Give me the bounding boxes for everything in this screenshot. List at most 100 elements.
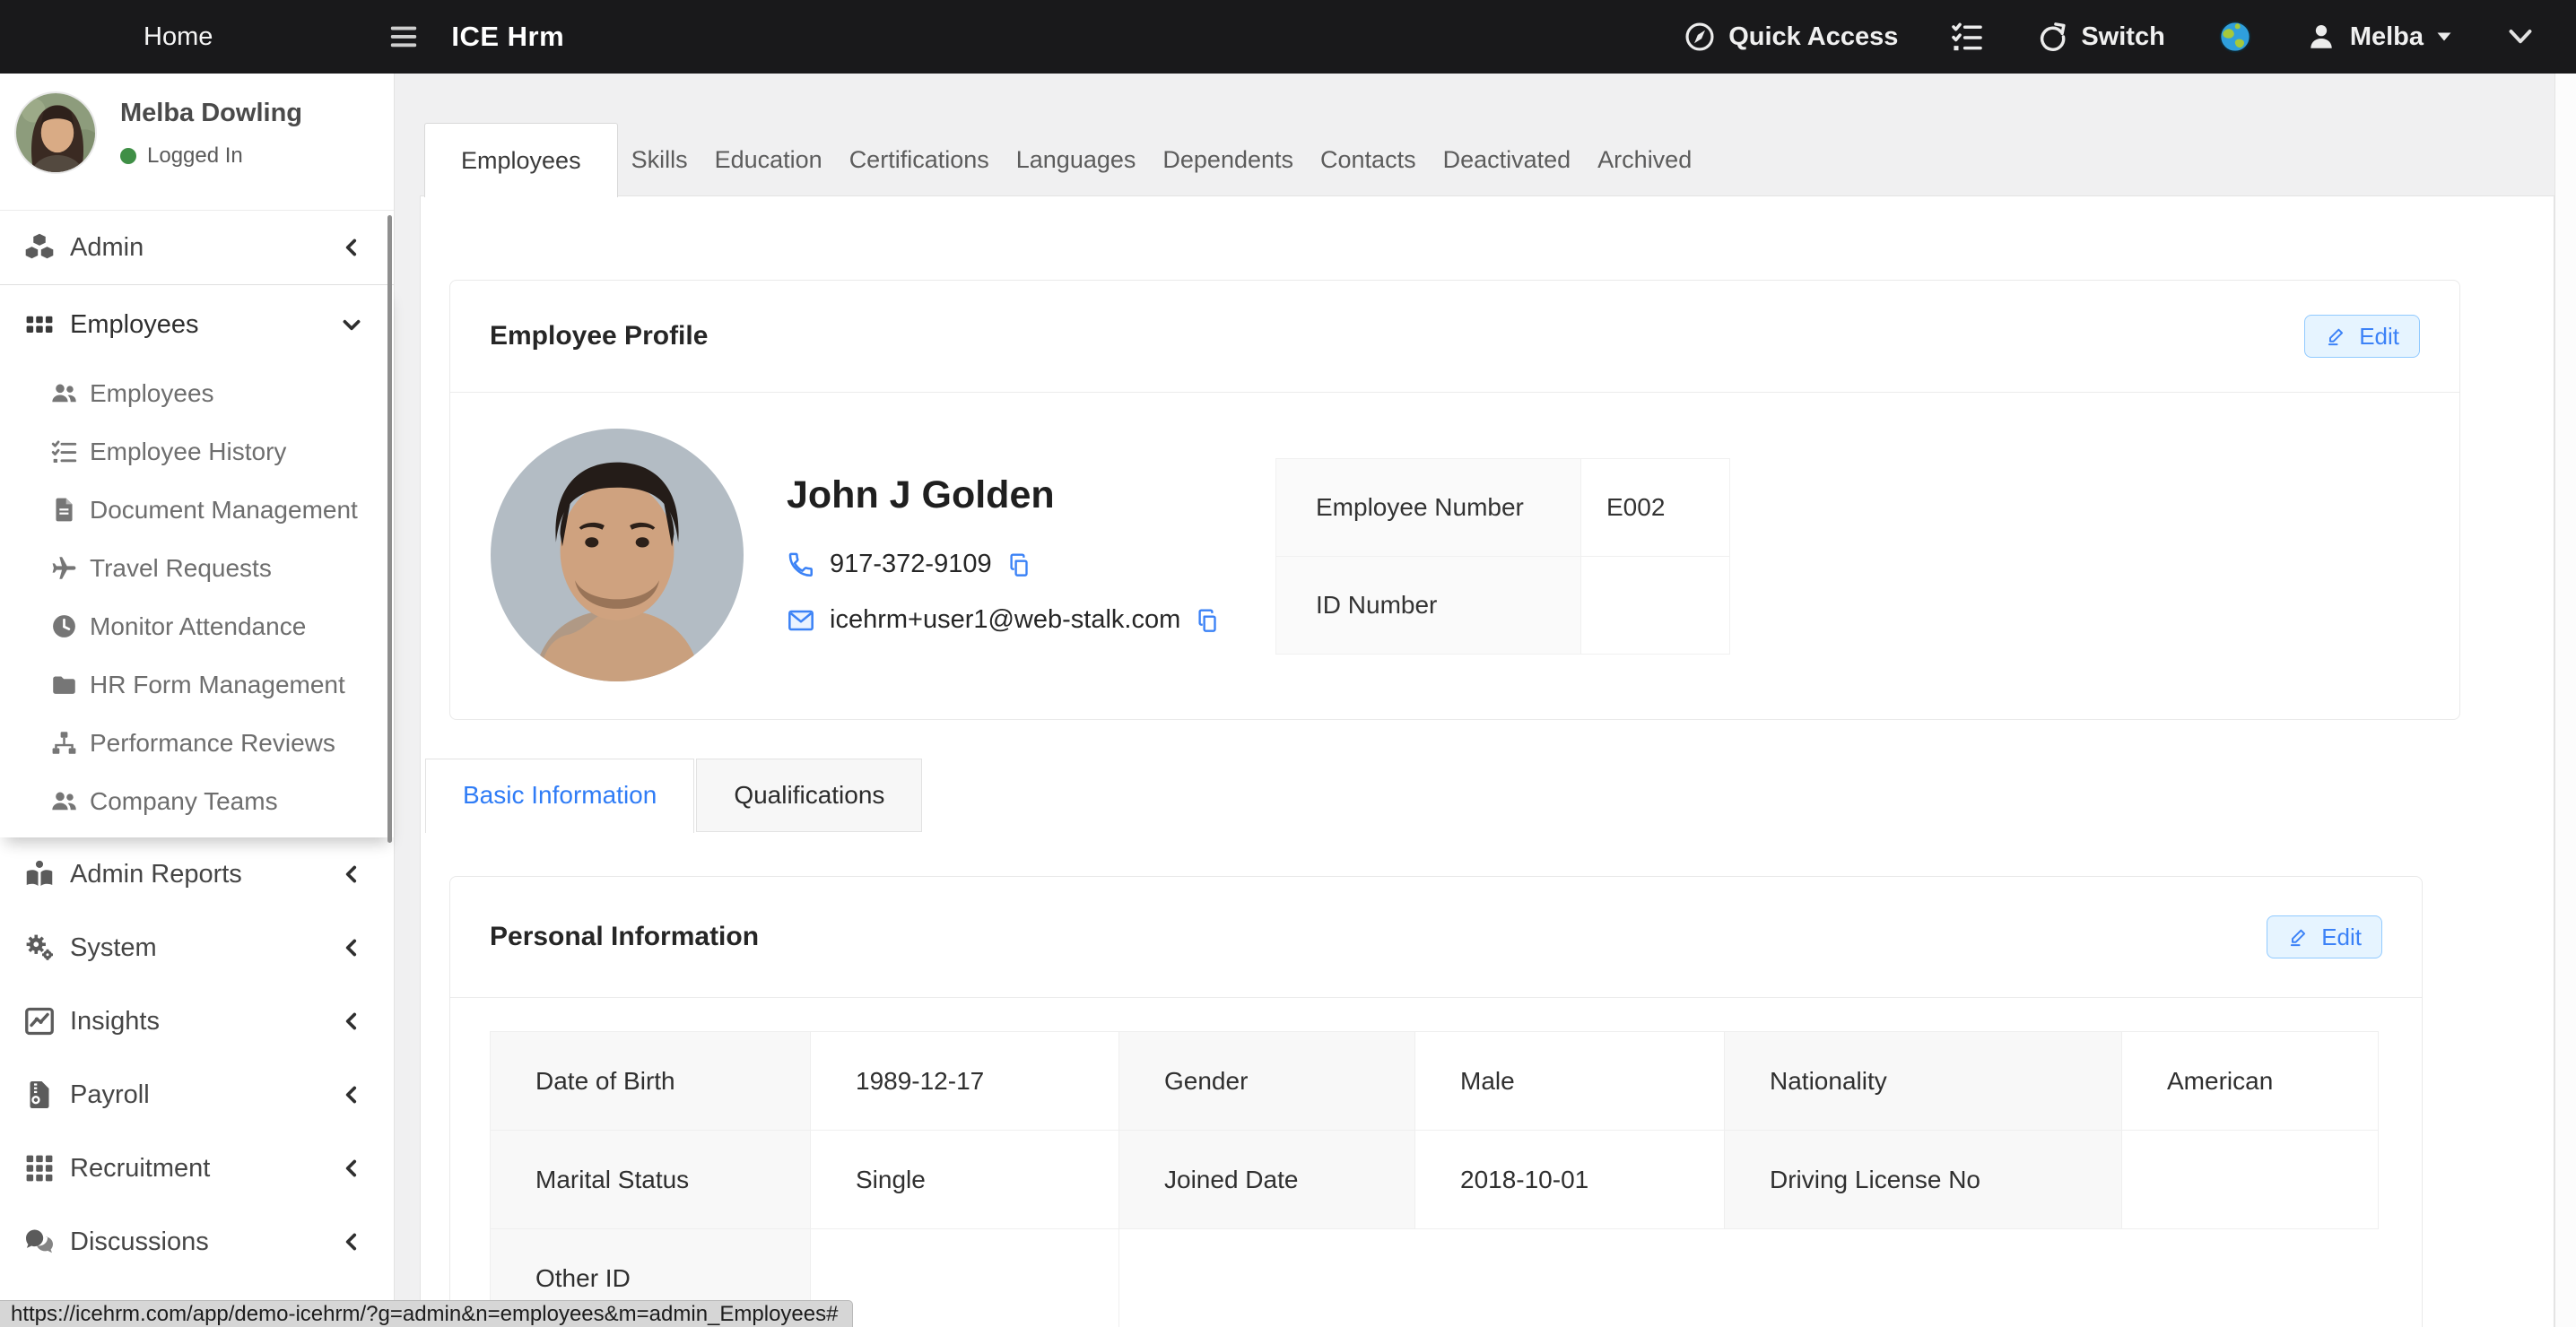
language-globe-icon[interactable]: [2217, 19, 2253, 55]
switch-label: Switch: [2081, 22, 2164, 52]
sidebar-item-hr-form-management[interactable]: HR Form Management: [0, 655, 394, 714]
quick-access-compass-icon: [1684, 21, 1716, 53]
sidebar-item-admin[interactable]: Admin: [0, 211, 394, 284]
hamburger-menu-icon[interactable]: [383, 22, 424, 52]
topbar-chevron-down-icon[interactable]: [2504, 21, 2537, 53]
cogs-icon: [23, 932, 56, 964]
sidebar-item-label: Employees: [90, 379, 214, 408]
field-value: Male: [1415, 1032, 1725, 1131]
sidebar-item-performance-reviews[interactable]: Performance Reviews: [0, 714, 394, 772]
home-link[interactable]: Home: [144, 22, 213, 52]
tab-education[interactable]: Education: [701, 123, 836, 196]
tab-dependents[interactable]: Dependents: [1149, 123, 1307, 196]
switch-rotate-icon: [2036, 21, 2068, 53]
sidebar-item-system[interactable]: System: [0, 911, 394, 984]
sidebar-item-insights[interactable]: Insights: [0, 984, 394, 1058]
field-label: Gender: [1119, 1032, 1415, 1131]
main-content: Employees Skills Education Certification…: [395, 74, 2576, 1327]
clock-icon: [50, 612, 78, 640]
sidebar-item-label: Travel Requests: [90, 554, 272, 583]
tab-certifications[interactable]: Certifications: [836, 123, 1003, 196]
tab-employees[interactable]: Employees: [424, 123, 618, 197]
cubes-icon: [23, 231, 56, 264]
folder-icon: [50, 671, 78, 698]
field-label: Driving License No: [1725, 1131, 2122, 1229]
sidebar-item-label: Company Teams: [90, 787, 278, 816]
field-value: [2122, 1131, 2379, 1229]
profile-section-tabs: Basic Information Qualifications: [425, 759, 922, 833]
browser-status-bar: https://icehrm.com/app/demo-icehrm/?g=ad…: [0, 1300, 853, 1327]
sidebar-item-payroll[interactable]: Payroll: [0, 1058, 394, 1132]
plane-icon: [50, 554, 78, 582]
email-icon: [787, 606, 815, 635]
edit-label: Edit: [2359, 323, 2399, 351]
top-bar: Home ICE Hrm Quick Access Switch Melba: [0, 0, 2576, 74]
app-title: ICE Hrm: [451, 21, 564, 53]
logged-in-status-dot: [120, 148, 136, 164]
sidebar-item-label: Employee History: [90, 438, 286, 466]
subtab-basic-information[interactable]: Basic Information: [425, 759, 694, 833]
user-menu[interactable]: Melba: [2305, 21, 2452, 53]
employee-profile-title: Employee Profile: [490, 321, 708, 351]
edit-label: Edit: [2321, 924, 2362, 951]
sidebar-item-label: Admin: [70, 233, 144, 263]
field-value: American: [2122, 1032, 2379, 1131]
sidebar-user-avatar[interactable]: [14, 91, 97, 174]
user-icon: [2305, 21, 2337, 53]
chevron-left-icon: [340, 236, 363, 259]
sidebar-item-employees[interactable]: Employees: [0, 364, 394, 422]
employee-photo[interactable]: [491, 429, 744, 681]
quick-access-button[interactable]: Quick Access: [1684, 21, 1898, 53]
field-label: Nationality: [1725, 1032, 2122, 1131]
sidebar-item-admin-reports[interactable]: Admin Reports: [0, 837, 394, 911]
sidebar-item-recruitment[interactable]: Recruitment: [0, 1132, 394, 1205]
users-icon: [50, 379, 78, 407]
field-value: 1989-12-17: [811, 1032, 1119, 1131]
sidebar-item-document-management[interactable]: Document Management: [0, 481, 394, 539]
quick-access-label: Quick Access: [1728, 22, 1898, 52]
table-row: Employee Number E002: [1276, 459, 1730, 557]
tab-skills[interactable]: Skills: [618, 123, 701, 196]
employee-phone[interactable]: 917-372-9109: [830, 550, 992, 579]
field-label: Date of Birth: [491, 1032, 811, 1131]
tab-archived[interactable]: Archived: [1584, 123, 1705, 196]
sidebar-item-label: Admin Reports: [70, 860, 242, 889]
tab-deactivated[interactable]: Deactivated: [1430, 123, 1585, 196]
sidebar-item-label: Discussions: [70, 1227, 209, 1257]
sidebar-item-discussions[interactable]: Discussions: [0, 1205, 394, 1279]
empty-cell: [1119, 1229, 2379, 1327]
tab-languages[interactable]: Languages: [1003, 123, 1150, 196]
tab-contacts[interactable]: Contacts: [1307, 123, 1430, 196]
pencil-icon: [2325, 325, 2348, 348]
page-scrollbar-track[interactable]: [2554, 74, 2576, 1327]
employee-name: John J Golden: [787, 473, 1055, 517]
field-label: Joined Date: [1119, 1131, 1415, 1229]
sidebar-item-label: Insights: [70, 1007, 160, 1036]
copy-phone-icon[interactable]: [1006, 551, 1033, 578]
chevron-left-icon: [340, 1083, 363, 1106]
table-row: Date of Birth 1989-12-17 Gender Male Nat…: [491, 1032, 2379, 1131]
comments-icon: [23, 1226, 56, 1258]
sidebar-item-employee-history[interactable]: Employee History: [0, 422, 394, 481]
field-value: [1581, 557, 1730, 655]
sidebar-item-travel-requests[interactable]: Travel Requests: [0, 539, 394, 597]
personal-information-edit-button[interactable]: Edit: [2267, 915, 2382, 958]
sidebar-item-employees-group[interactable]: Employees: [0, 285, 394, 364]
employee-profile-edit-button[interactable]: Edit: [2304, 315, 2420, 358]
sidebar-scrollbar-thumb[interactable]: [387, 215, 392, 843]
personal-information-table: Date of Birth 1989-12-17 Gender Male Nat…: [490, 1031, 2379, 1327]
sidebar-item-label: System: [70, 933, 157, 963]
subtab-qualifications[interactable]: Qualifications: [696, 759, 922, 832]
tab-content-panel: Employee Profile Edit John J Golden 917-…: [420, 195, 2554, 1327]
personal-information-title: Personal Information: [490, 922, 759, 952]
tasks-checklist-icon[interactable]: [1950, 20, 1984, 54]
copy-email-icon[interactable]: [1195, 607, 1222, 634]
grid-3x3-icon: [23, 1152, 56, 1184]
chevron-left-icon: [340, 1010, 363, 1033]
switch-button[interactable]: Switch: [2036, 21, 2164, 53]
sidebar-item-label: Monitor Attendance: [90, 612, 306, 641]
sidebar-item-company-teams[interactable]: Company Teams: [0, 772, 394, 830]
users-icon: [50, 787, 78, 815]
employee-email[interactable]: icehrm+user1@web-stalk.com: [830, 605, 1180, 635]
sidebar-item-monitor-attendance[interactable]: Monitor Attendance: [0, 597, 394, 655]
